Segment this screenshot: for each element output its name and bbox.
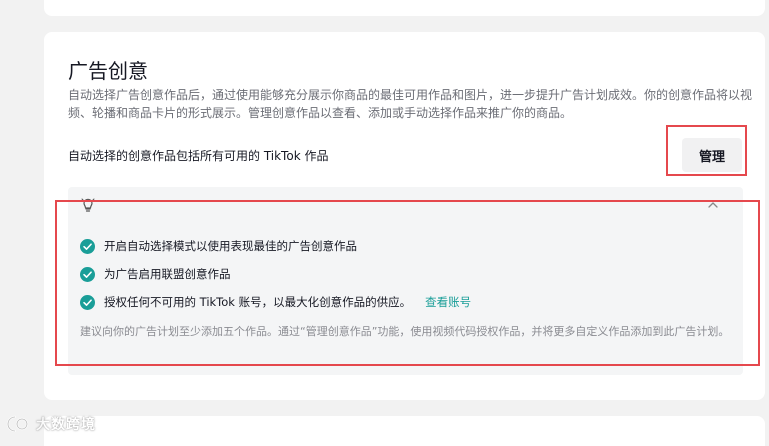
view-accounts-link[interactable]: 查看账号	[425, 294, 471, 310]
watermark-text: 大数跨境	[36, 417, 96, 433]
section-description: 自动选择广告创意作品后，通过使用能够充分展示你商品的最佳可用作品和图片，进一步提…	[68, 88, 753, 120]
watermark: 大数跨境	[6, 414, 96, 434]
tips-list: 开启自动选择模式以使用表现最佳的广告创意作品 为广告启用联盟创意作品 授权任何不…	[80, 232, 471, 316]
ad-creative-card: 广告创意 自动选择广告创意作品后，通过使用能够充分展示你商品的最佳可用作品和图片…	[44, 32, 765, 400]
manage-button[interactable]: 管理	[682, 138, 742, 172]
lightbulb-icon	[81, 198, 95, 212]
previous-section-card	[44, 0, 765, 16]
tips-note: 建议向你的广告计划至少添加五个作品。通过“管理创意作品”功能，使用视频代码授权作…	[80, 325, 730, 338]
section-title: 广告创意	[68, 59, 148, 83]
check-circle-icon	[80, 238, 95, 254]
check-circle-icon	[80, 266, 95, 282]
check-circle-icon	[80, 294, 95, 310]
tip-item: 为广告启用联盟创意作品	[80, 260, 471, 288]
tip-text: 授权任何不可用的 TikTok 账号，以最大化创意作品的供应。	[104, 295, 412, 309]
auto-select-text: 自动选择的创意作品包括所有可用的 TikTok 作品	[68, 149, 329, 163]
tips-panel: 开启自动选择模式以使用表现最佳的广告创意作品 为广告启用联盟创意作品 授权任何不…	[68, 187, 743, 375]
tip-text: 为广告启用联盟创意作品	[104, 267, 231, 281]
watermark-logo-icon	[6, 415, 29, 433]
tip-item: 授权任何不可用的 TikTok 账号，以最大化创意作品的供应。 查看账号	[80, 288, 471, 316]
tip-text: 开启自动选择模式以使用表现最佳的广告创意作品	[104, 239, 357, 253]
tip-item: 开启自动选择模式以使用表现最佳的广告创意作品	[80, 232, 471, 260]
next-section-card	[44, 416, 765, 446]
chevron-up-icon[interactable]	[707, 200, 719, 210]
